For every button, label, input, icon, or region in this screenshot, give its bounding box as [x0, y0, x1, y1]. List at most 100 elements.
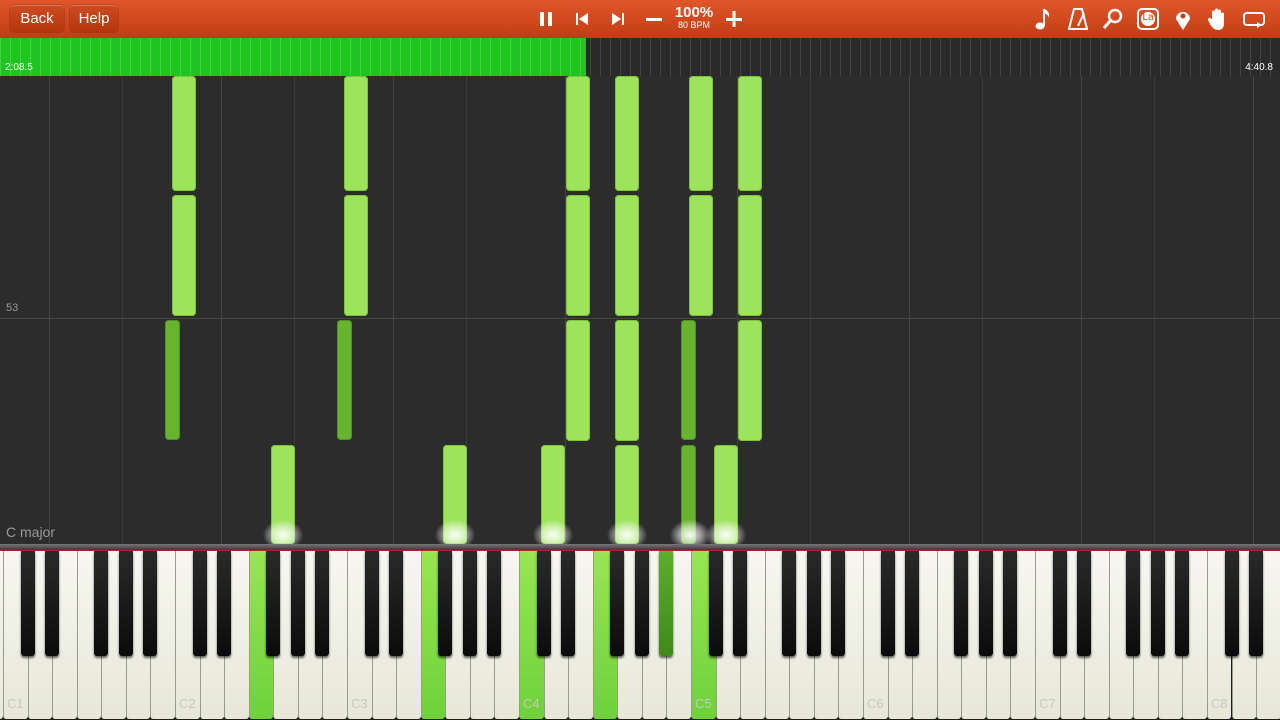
black-key[interactable] — [1077, 551, 1092, 656]
black-key[interactable] — [905, 551, 920, 656]
black-key[interactable] — [143, 551, 158, 656]
keyboard-top-edge — [0, 544, 1280, 551]
octave-line — [49, 76, 50, 544]
note-roll: 53 C major — [0, 76, 1280, 544]
black-key[interactable] — [118, 551, 133, 656]
note-glow — [435, 520, 475, 544]
octave-label: C4 — [522, 696, 540, 711]
black-key[interactable] — [266, 551, 281, 656]
progress-bar[interactable]: 2:08.5 4:40.8 — [0, 38, 1280, 76]
total-time: 4:40.8 — [1245, 62, 1273, 73]
black-key[interactable] — [831, 551, 846, 656]
progress-fill — [0, 38, 587, 76]
black-key[interactable] — [708, 551, 723, 656]
key-signature: C major — [6, 524, 56, 540]
note-labels-text: La — [1142, 12, 1154, 23]
black-key[interactable] — [634, 551, 649, 656]
octave-line — [221, 76, 222, 544]
black-key[interactable] — [315, 551, 330, 656]
black-key[interactable] — [1003, 551, 1018, 656]
note-glow — [706, 520, 746, 544]
hand-icon[interactable] — [1203, 4, 1233, 34]
minus-icon[interactable] — [639, 4, 669, 34]
note-glow — [263, 520, 303, 544]
note-labels-icon[interactable]: La — [1133, 4, 1163, 34]
black-key[interactable] — [978, 551, 993, 656]
note — [344, 76, 368, 191]
note-glow — [607, 520, 647, 544]
toolbar: Back Help 100% 80 BPM La — [0, 0, 1280, 38]
black-key[interactable] — [806, 551, 821, 656]
note — [615, 76, 639, 191]
note — [738, 76, 762, 191]
black-key[interactable] — [733, 551, 748, 656]
pause-icon[interactable] — [531, 4, 561, 34]
black-key[interactable] — [290, 551, 305, 656]
octave-label: C2 — [178, 696, 196, 711]
previous-icon[interactable] — [567, 4, 597, 34]
note — [172, 195, 196, 316]
zoom-icon[interactable] — [1098, 4, 1128, 34]
black-key[interactable] — [561, 551, 576, 656]
black-key[interactable] — [1224, 551, 1239, 656]
note — [165, 320, 180, 440]
black-key[interactable] — [536, 551, 551, 656]
next-icon[interactable] — [603, 4, 633, 34]
note — [615, 320, 639, 441]
plus-icon[interactable] — [719, 4, 749, 34]
metronome-icon[interactable] — [1063, 4, 1093, 34]
tempo-bpm: 80 BPM — [677, 20, 710, 30]
black-key[interactable] — [880, 551, 895, 656]
black-key[interactable] — [389, 551, 404, 656]
grid-line — [982, 76, 983, 544]
black-key[interactable] — [20, 551, 35, 656]
octave-label: C3 — [350, 696, 368, 711]
music-note-icon[interactable] — [1028, 4, 1058, 34]
grid-line — [122, 76, 123, 544]
speed-display: 100% 80 BPM — [670, 5, 718, 31]
black-key[interactable] — [192, 551, 207, 656]
current-time: 2:08.5 — [5, 62, 33, 73]
octave-label: C5 — [694, 696, 712, 711]
octave-label: C8 — [1210, 696, 1228, 711]
note-glow — [533, 520, 573, 544]
black-key[interactable] — [782, 551, 797, 656]
measure-line — [0, 318, 1280, 319]
black-key[interactable] — [659, 551, 674, 656]
back-button[interactable]: Back — [10, 5, 64, 32]
note — [681, 320, 696, 440]
black-key[interactable] — [487, 551, 502, 656]
help-button[interactable]: Help — [70, 5, 118, 32]
note — [689, 76, 713, 191]
note — [566, 195, 590, 316]
piano-keyboard: C1 C2 C3 C4 C5 C6 C7 C8 — [0, 544, 1280, 720]
grid-line — [810, 76, 811, 544]
black-key[interactable] — [438, 551, 453, 656]
note — [566, 76, 590, 191]
octave-line — [1081, 76, 1082, 544]
octave-line — [909, 76, 910, 544]
note-glow — [670, 520, 710, 544]
black-key[interactable] — [1175, 551, 1190, 656]
black-key[interactable] — [94, 551, 109, 656]
black-key[interactable] — [1052, 551, 1067, 656]
black-key[interactable] — [610, 551, 625, 656]
note — [738, 320, 762, 441]
note — [738, 195, 762, 316]
location-pin-icon[interactable] — [1168, 4, 1198, 34]
black-key[interactable] — [364, 551, 379, 656]
black-key[interactable] — [1126, 551, 1141, 656]
note — [344, 195, 368, 316]
black-key[interactable] — [1249, 551, 1264, 656]
note — [689, 195, 713, 316]
black-key[interactable] — [45, 551, 60, 656]
note — [337, 320, 352, 440]
black-key[interactable] — [954, 551, 969, 656]
black-key[interactable] — [217, 551, 232, 656]
octave-label: C6 — [866, 696, 884, 711]
measure-number: 53 — [6, 302, 19, 314]
black-key[interactable] — [462, 551, 477, 656]
black-key[interactable] — [1150, 551, 1165, 656]
loop-icon[interactable] — [1239, 4, 1269, 34]
octave-line — [1253, 76, 1254, 544]
